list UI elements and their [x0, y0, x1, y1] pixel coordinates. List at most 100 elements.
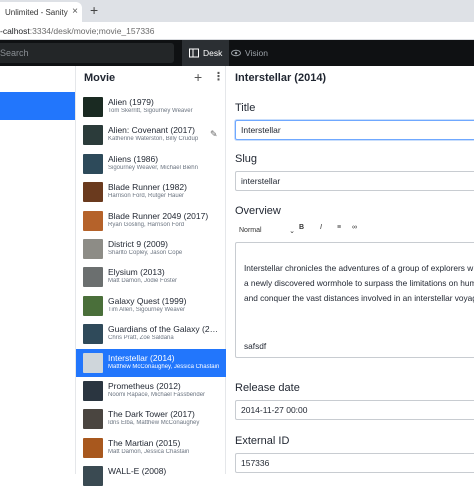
add-document-button[interactable]: + [194, 69, 202, 85]
list-title: Movie [84, 72, 116, 84]
list-item[interactable]: WALL-E (2008) [76, 462, 226, 490]
title-field[interactable]: Interstellar [235, 120, 474, 140]
url-host: -calhost [0, 25, 30, 36]
title-field-value: Interstellar [241, 125, 281, 135]
search-placeholder: Search [0, 48, 29, 58]
movie-title: Alien: Covenant (2017) [108, 125, 195, 136]
list-button[interactable]: ≡ [337, 224, 341, 231]
movie-cast: Sigourney Weaver, Michael Biehn [108, 164, 198, 171]
movie-cast: Chris Pratt, Zoe Saldana [108, 335, 174, 342]
list-item[interactable]: Prometheus (2012) Noomi Rapace, Michael F… [76, 377, 226, 405]
list-item[interactable]: Aliens (1986) Sigourney Weaver, Michael B… [76, 150, 226, 178]
list-item[interactable]: Blade Runner (1982) Harrison Ford, Rutger… [76, 178, 226, 206]
search-input[interactable]: Search [0, 43, 174, 63]
movie-title: Guardians of the Galaxy (2014) [108, 324, 220, 335]
release-date-label: Release date [235, 382, 300, 394]
movie-cast: Tom Skerritt, Sigourney Weaver [108, 108, 193, 114]
list-item[interactable]: Alien (1979) Tom Skerritt, Sigourney Weav… [76, 93, 226, 121]
link-button[interactable]: ∞ [352, 224, 357, 231]
movie-title: Blade Runner 2049 (2017) [108, 210, 209, 221]
release-date-value: 2014-11-27 00:00 [241, 405, 308, 415]
chevron-down-icon: ⌄ [289, 228, 295, 235]
overview-extra-paragraph: safsdf [244, 341, 267, 351]
release-date-field[interactable]: 2014-11-27 00:00 [235, 400, 474, 420]
movie-poster-thumbnail [83, 97, 103, 117]
list-item[interactable]: Galaxy Quest (1999) Tim Allen, Sigourney … [76, 292, 226, 320]
list-item[interactable]: Blade Runner 2049 (2017) Ryan Gosling, Ha… [76, 207, 226, 235]
tool-desk[interactable]: Desk [182, 40, 230, 66]
external-id-field[interactable]: 157336 [235, 453, 474, 473]
tool-desk-label: Desk [203, 48, 223, 58]
overview-line: Interstellar chronicles the adventures o… [244, 263, 474, 273]
text-style-select[interactable]: Normal ⌄ [239, 227, 295, 235]
app-header: Search Desk Vision [0, 40, 474, 66]
movie-cast: Sharlto Copley, Jason Cope [108, 250, 183, 256]
external-id-label: External ID [235, 435, 290, 447]
overview-line: a newly discovered wormhole to surpass t… [244, 278, 474, 288]
type-pane [0, 66, 76, 474]
close-icon[interactable]: × [72, 6, 78, 17]
pane-menu-button[interactable]: ⋮ [213, 70, 224, 83]
eye-icon [231, 49, 241, 57]
movie-title: Prometheus (2012) [108, 381, 181, 391]
title-label: Title [235, 102, 256, 114]
movie-cast: Idris Elba, Matthew McConaughey [108, 420, 200, 427]
movie-poster-thumbnail [83, 125, 103, 146]
movie-poster-thumbnail [83, 210, 103, 231]
browser-tab-bar: Unlimited - Sanity × + [0, 0, 474, 22]
list-item[interactable]: Interstellar (2014) Matthew McConaughey, … [76, 348, 226, 377]
slug-field-value: interstellar [241, 176, 281, 186]
url-path: :3334/desk/movie;movie_157336 [29, 25, 155, 36]
movie-cast: Harrison Ford, Rutger Hauer [108, 193, 185, 200]
movie-poster-thumbnail [83, 352, 103, 373]
list-item[interactable]: Elysium (2013) Matt Damon, Jodie Foster [76, 263, 226, 291]
list-item[interactable]: The Martian (2015) Matt Damon, Jessica Ch… [76, 434, 226, 462]
document-title: Interstellar (2014) [235, 72, 327, 84]
movie-title: WALL-E (2008) [108, 466, 167, 477]
list-item[interactable]: District 9 (2009) Sharlto Copley, Jason C… [76, 235, 226, 263]
movie-poster-thumbnail [83, 437, 103, 458]
text-style-value: Normal [239, 227, 262, 234]
movie-cast: Ryan Gosling, Harrison Ford [108, 221, 185, 228]
browser-tab-title: Unlimited - Sanity [5, 7, 68, 17]
new-tab-button[interactable]: + [90, 2, 98, 18]
movie-title: The Dark Tower (2017) [108, 409, 195, 420]
movie-list-pane: Movie + ⋮ Alien (1979) Tom Skerritt, Sigo… [76, 66, 226, 487]
movie-poster-thumbnail [83, 295, 103, 316]
overview-editor[interactable]: Interstellar chronicles the adventures o… [235, 242, 474, 358]
movie-poster-thumbnail [83, 239, 103, 259]
movie-poster-thumbnail [83, 267, 103, 288]
slug-field[interactable]: interstellar [235, 171, 474, 191]
movie-poster-thumbnail [83, 324, 103, 345]
movie-poster-thumbnail [83, 381, 103, 401]
movie-cast: Katherine Waterston, Billy Crudup [108, 136, 199, 143]
movie-cast: Matt Damon, Jodie Foster [108, 278, 178, 285]
browser-tab[interactable]: Unlimited - Sanity × [0, 2, 82, 22]
slug-label: Slug [235, 153, 258, 165]
address-bar[interactable]: -calhost:3334/desk/movie;movie_157336 [0, 22, 474, 40]
tool-vision[interactable]: Vision [224, 40, 275, 66]
list-item[interactable]: Guardians of the Galaxy (2014) Chris Prat… [76, 320, 226, 348]
movie-title: Elysium (2013) [108, 267, 165, 278]
movie-title: District 9 (2009) [108, 239, 168, 249]
list-item[interactable]: Alien: Covenant (2017) Katherine Watersto… [76, 121, 226, 149]
list-item[interactable]: The Dark Tower (2017) Idris Elba, Matthew… [76, 405, 226, 433]
movie-poster-thumbnail [83, 153, 103, 174]
movie-poster-thumbnail [83, 466, 103, 487]
selected-type-item[interactable] [0, 92, 75, 120]
italic-button[interactable]: I [320, 224, 322, 231]
pencil-icon: ✎ [210, 129, 218, 140]
movie-cast: Tim Allen, Sigourney Weaver [108, 306, 186, 313]
movie-cast: Matt Damon, Jessica Chastain [108, 448, 190, 455]
movie-title: Blade Runner (1982) [108, 182, 187, 193]
tool-vision-label: Vision [245, 48, 268, 58]
external-id-value: 157336 [241, 458, 270, 468]
movie-poster-thumbnail [83, 409, 103, 430]
bold-button[interactable]: B [299, 224, 304, 231]
movie-title: Alien (1979) [108, 97, 154, 107]
editor-pane: Interstellar (2014) Title Interstellar S… [226, 66, 474, 474]
movie-cast: Matthew McConaughey, Jessica Chastain [108, 363, 220, 370]
desk-icon [189, 48, 199, 58]
rich-text-toolbar: Normal ⌄ B I ≡ ∞ [235, 222, 474, 240]
overview-text: Interstellar chronicles the adventures o… [244, 261, 474, 306]
